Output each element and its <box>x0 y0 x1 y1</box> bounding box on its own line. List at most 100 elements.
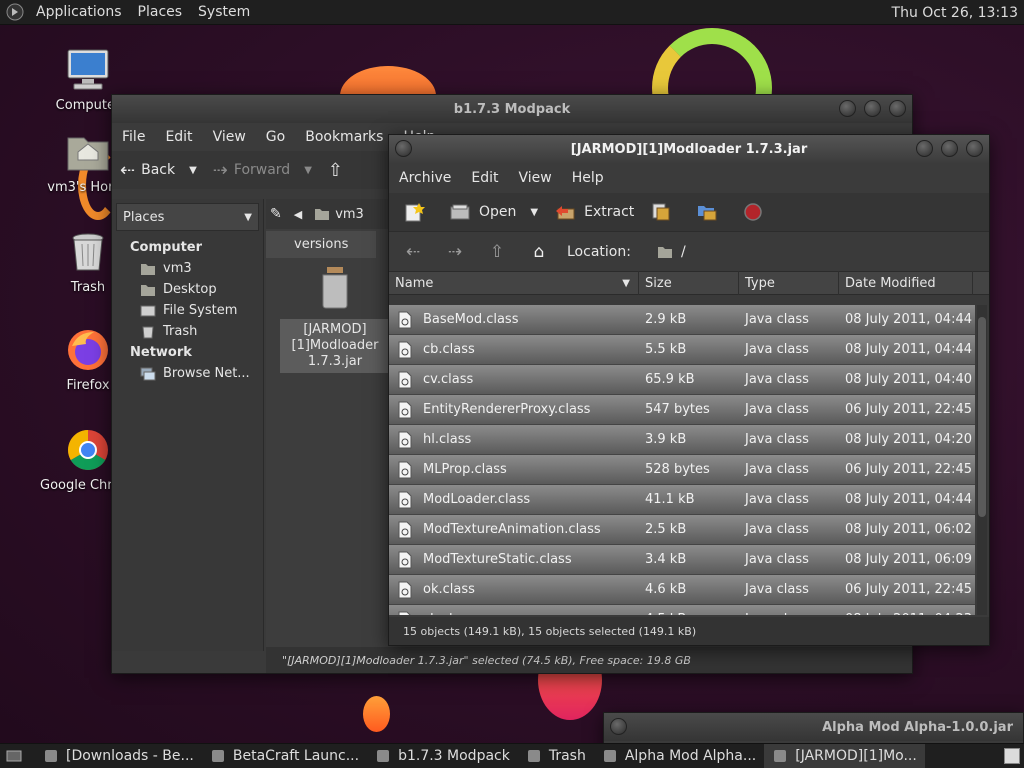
chevron-down-icon[interactable]: ▼ <box>189 165 197 176</box>
menu-file[interactable]: File <box>112 129 155 145</box>
window-menu-button[interactable] <box>610 718 627 735</box>
top-panel: Applications Places System Thu Oct 26, 1… <box>0 0 1024 25</box>
menu-applications[interactable]: Applications <box>28 0 130 25</box>
location-value[interactable]: / <box>681 244 686 260</box>
cell-date: 06 July 2011, 22:45 <box>845 402 972 417</box>
taskbar-item[interactable]: [Downloads - Be... <box>35 744 202 768</box>
menu-go[interactable]: Go <box>256 129 295 145</box>
table-row[interactable]: BaseMod.class 2.9 kB Java class 08 July 201… <box>389 305 975 335</box>
path-button-vm3[interactable]: vm3 <box>314 207 364 222</box>
stop-button[interactable] <box>734 193 780 231</box>
menu-view[interactable]: View <box>203 129 256 145</box>
column-header-size[interactable]: Size <box>639 271 739 295</box>
jar-file-icon <box>322 267 348 309</box>
chrome-icon <box>68 430 108 470</box>
home-icon[interactable]: ⌂ <box>525 242 553 262</box>
maximize-button[interactable] <box>941 140 958 157</box>
table-row[interactable]: ModTextureAnimation.class 2.5 kB Java clas… <box>389 515 975 545</box>
extract-button[interactable]: Extract <box>546 193 642 231</box>
add-files-button[interactable] <box>642 193 688 231</box>
table-row[interactable]: ok.class 4.6 kB Java class 06 July 2011, 22… <box>389 575 975 605</box>
column-header-name[interactable]: Name ▼ <box>389 271 639 295</box>
distro-logo-icon[interactable] <box>6 3 24 21</box>
forward-button[interactable]: ⇢ Forward ▼ <box>205 151 320 189</box>
file-name: ModLoader.class <box>423 492 531 507</box>
scrollbar-thumb[interactable] <box>978 317 986 517</box>
column-header-type[interactable]: Type <box>739 271 839 295</box>
chrome-icon <box>45 750 57 762</box>
cell-name: EntityRendererProxy.class <box>389 395 639 425</box>
tab-versions[interactable]: versions <box>266 230 377 258</box>
table-row[interactable]: hl.class 3.9 kB Java class 08 July 2011, 04… <box>389 425 975 455</box>
forward-arrow-icon[interactable]: ⇢ <box>441 242 469 262</box>
taskbar-item[interactable]: Alpha Mod Alpha... <box>594 744 764 768</box>
forward-label: Forward <box>233 162 291 178</box>
column-header-date[interactable]: Date Modified <box>839 271 973 295</box>
file-manager-titlebar[interactable]: b1.7.3 Modpack <box>112 95 912 123</box>
minimize-button[interactable] <box>839 100 856 117</box>
table-row[interactable]: EntityRendererProxy.class 547 bytes Java c… <box>389 395 975 425</box>
new-archive-icon <box>405 203 425 222</box>
file-name: ModTextureStatic.class <box>423 552 572 567</box>
menu-archive[interactable]: Archive <box>389 170 461 186</box>
chevron-down-icon[interactable]: ▼ <box>304 165 312 176</box>
location-bar: ⇠ ⇢ ⇧ ⌂ Location: / <box>389 231 989 271</box>
workspace-switcher[interactable] <box>1000 744 1024 768</box>
maximize-button[interactable] <box>864 100 881 117</box>
back-arrow-icon[interactable]: ⇠ <box>399 242 427 262</box>
taskbar-item[interactable]: [JARMOD][1]Mo... <box>764 743 925 768</box>
folder-icon <box>657 246 672 258</box>
sidebar-item-vm3[interactable]: vm3 <box>112 258 263 279</box>
sidebar-item-desktop[interactable]: Desktop <box>112 279 263 300</box>
cell-name: cb.class <box>389 335 639 365</box>
arrow-up-icon: ⇧ <box>327 159 343 181</box>
menu-edit[interactable]: Edit <box>461 170 508 186</box>
table-row[interactable]: ModLoader.class 41.1 kB Java class 08 July … <box>389 485 975 515</box>
file-item-jar[interactable]: [JARMOD][1]Modloader 1.7.3.jar <box>280 265 390 373</box>
menu-places[interactable]: Places <box>130 0 191 25</box>
path-left-arrow-icon[interactable]: ◀ <box>288 208 308 221</box>
minimize-button[interactable] <box>916 140 933 157</box>
edit-location-icon[interactable]: ✎ <box>270 206 282 222</box>
menu-system[interactable]: System <box>190 0 258 25</box>
alpha-mod-titlebar[interactable]: Alpha Mod Alpha-1.0.0.jar <box>604 713 1023 741</box>
close-button[interactable] <box>966 140 983 157</box>
sidebar-item-browse-network[interactable]: Browse Net... <box>112 363 263 384</box>
window-title: Alpha Mod Alpha-1.0.0.jar <box>822 719 1013 735</box>
sidebar-item-label: Desktop <box>163 282 217 297</box>
up-button[interactable]: ⇧ <box>320 151 357 189</box>
back-button[interactable]: ⇠ Back ▼ <box>112 151 205 189</box>
menu-bookmarks[interactable]: Bookmarks <box>295 129 393 145</box>
sidebar-item-label: vm3 <box>163 261 192 276</box>
menu-edit[interactable]: Edit <box>155 129 202 145</box>
cell-date: 08 July 2011, 06:09 <box>845 552 972 567</box>
table-row[interactable]: cv.class 65.9 kB Java class 08 July 2011, 0… <box>389 365 975 395</box>
add-folder-button[interactable] <box>688 193 734 231</box>
window-menu-button[interactable] <box>395 140 412 157</box>
table-row[interactable]: ck.class 4.5 kBJava class08 July 2011, 04… <box>389 605 975 615</box>
taskbar-item[interactable]: b1.7.3 Modpack <box>367 744 518 768</box>
vertical-scrollbar[interactable] <box>977 305 987 615</box>
sidebar-header: Places <box>123 209 165 225</box>
table-row[interactable]: cb.class 5.5 kB Java class 08 July 2011, 04… <box>389 335 975 365</box>
up-arrow-icon[interactable]: ⇧ <box>483 242 511 262</box>
sidebar-item-trash[interactable]: Trash <box>112 321 263 342</box>
table-row[interactable]: MLProp.class 528 bytes Java class 06 July 2… <box>389 455 975 485</box>
close-button[interactable] <box>889 100 906 117</box>
sidebar-selector[interactable]: Places ▼ <box>116 203 259 231</box>
cell-type: Java class <box>745 522 809 537</box>
menu-view[interactable]: View <box>509 170 562 186</box>
taskbar-item[interactable]: Trash <box>518 744 594 768</box>
sidebar-section-network: Network <box>130 345 192 360</box>
show-desktop-button[interactable] <box>0 744 35 768</box>
menu-help[interactable]: Help <box>562 170 614 186</box>
open-button[interactable]: Open ▼ <box>441 193 546 231</box>
chevron-down-icon[interactable]: ▼ <box>530 207 538 218</box>
taskbar-item[interactable]: BetaCraft Launc... <box>202 744 367 768</box>
cell-date: 06 July 2011, 22:45 <box>845 582 972 597</box>
clock[interactable]: Thu Oct 26, 13:13 <box>892 0 1018 25</box>
sidebar-item-file-system[interactable]: File System <box>112 300 263 321</box>
new-archive-button[interactable] <box>395 193 441 231</box>
archive-manager-titlebar[interactable]: [JARMOD][1]Modloader 1.7.3.jar <box>389 135 989 163</box>
table-row[interactable]: ModTextureStatic.class 3.4 kB Java class 08… <box>389 545 975 575</box>
